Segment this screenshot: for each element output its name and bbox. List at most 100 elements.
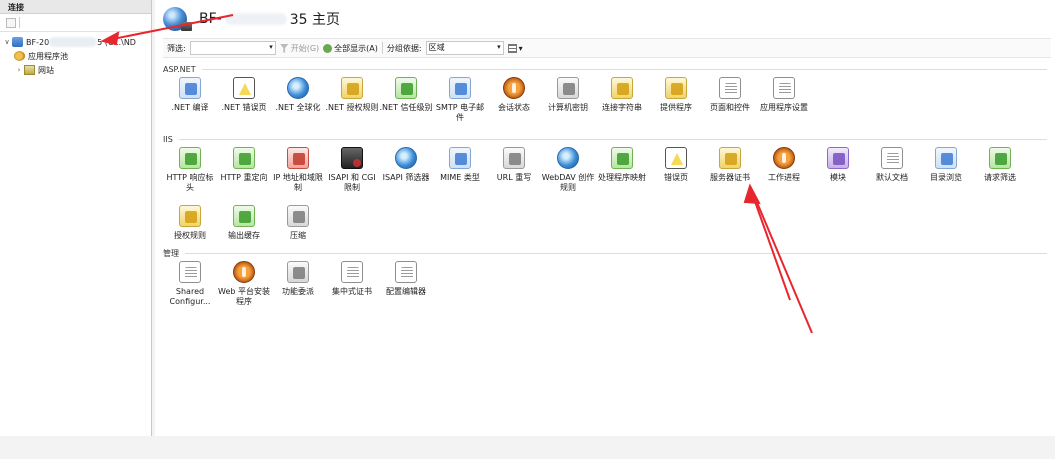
chevron-down-icon[interactable]: ∨: [2, 38, 12, 46]
feature-shared-configuration[interactable]: Shared Configur...: [163, 258, 217, 316]
connect-icon[interactable]: [6, 17, 16, 28]
feature-label: .NET 授权规则: [325, 103, 379, 112]
feature-output-caching[interactable]: 输出缓存: [217, 202, 271, 242]
feature-http-response-headers[interactable]: HTTP 响应标头: [163, 144, 217, 202]
feature-label: 页面和控件: [710, 103, 750, 112]
feature-app-settings[interactable]: 应用程序设置: [757, 74, 811, 132]
view-mode-button[interactable]: ▾: [507, 43, 523, 53]
feature-smtp-email[interactable]: SMTP 电子邮件: [433, 74, 487, 132]
group-by-value: 区域: [428, 43, 445, 52]
main-pane: BF- 35 主页 筛选: ▾ 开始(G) 全部显示(A) 分组依据: 区域 ▾…: [155, 0, 1055, 436]
feature-label: 连接字符串: [602, 103, 642, 112]
feature-isapi-filters[interactable]: ISAPI 筛选器: [379, 144, 433, 202]
feature-http-redirect[interactable]: HTTP 重定向: [217, 144, 271, 202]
directory-browsing-icon: [935, 147, 957, 169]
feature-label: 授权规则: [174, 231, 206, 240]
feature-machine-key[interactable]: 计算机密钥: [541, 74, 595, 132]
http-redirect-icon: [233, 147, 255, 169]
dropdown-arrow-icon: ▾: [497, 43, 501, 51]
feature-label: ISAPI 筛选器: [382, 173, 430, 182]
isapi-cgi-icon: [341, 147, 363, 169]
error-pages-icon: [665, 147, 687, 169]
feature-label: HTTP 重定向: [220, 173, 268, 182]
feature-label: 默认文档: [876, 173, 908, 182]
app-pool-icon: [14, 51, 25, 61]
connection-string-icon: [611, 77, 633, 99]
app-settings-icon: [773, 77, 795, 99]
title-suffix: 35 主页: [289, 12, 340, 28]
webdav-icon: [557, 147, 579, 169]
globalization-icon: [287, 77, 309, 99]
ip-restrictions-icon: [287, 147, 309, 169]
start-filter-button[interactable]: 开始(G): [279, 43, 319, 54]
feature-label: 应用程序设置: [760, 103, 808, 112]
feature-ip-restrictions[interactable]: IP 地址和域限制: [271, 144, 325, 202]
page-title: BF- 35 主页: [199, 9, 340, 29]
feature-webdav[interactable]: WebDAV 创作规则: [541, 144, 595, 202]
chevron-right-icon[interactable]: ›: [14, 66, 24, 74]
filter-toolbar: 筛选: ▾ 开始(G) 全部显示(A) 分组依据: 区域 ▾ ▾: [163, 38, 1051, 58]
feature-net-trust-levels[interactable]: .NET 信任级别: [379, 74, 433, 132]
iis-features: HTTP 响应标头 HTTP 重定向 IP 地址和域限制 ISAPI 和 CGI…: [163, 144, 1055, 242]
server-name-prefix: BF-20: [26, 37, 50, 47]
feature-directory-browsing[interactable]: 目录浏览: [919, 144, 973, 202]
feature-providers[interactable]: 提供程序: [649, 74, 703, 132]
handler-mappings-icon: [611, 147, 633, 169]
server-icon: [12, 37, 23, 47]
web-platform-installer-icon: [233, 261, 255, 283]
url-rewrite-icon: [503, 147, 525, 169]
view-icon: [507, 43, 517, 53]
filter-input[interactable]: ▾: [189, 41, 276, 55]
feature-net-compilation[interactable]: .NET 编译: [163, 74, 217, 132]
feature-handler-mappings[interactable]: 处理程序映射: [595, 144, 649, 202]
feature-label: 计算机密钥: [548, 103, 588, 112]
feature-error-pages[interactable]: 错误页: [649, 144, 703, 202]
feature-label: 功能委派: [282, 287, 314, 296]
isapi-filter-icon: [395, 147, 417, 169]
features-view: ASP.NET .NET 编译 .NET 错误页 .NET 全球化 .NET 授…: [155, 58, 1055, 316]
feature-pages-controls[interactable]: 页面和控件: [703, 74, 757, 132]
feature-web-platform-installer[interactable]: Web 平台安装程序: [217, 258, 271, 316]
feature-isapi-cgi[interactable]: ISAPI 和 CGI 限制: [325, 144, 379, 202]
server-certificates-icon: [719, 147, 741, 169]
feature-modules[interactable]: 模块: [811, 144, 865, 202]
toolbar-divider: [381, 42, 383, 54]
show-all-button[interactable]: 全部显示(A): [323, 43, 378, 54]
feature-configuration-editor[interactable]: 配置编辑器: [379, 258, 433, 316]
feature-session-state[interactable]: 会话状态: [487, 74, 541, 132]
feature-mime-types[interactable]: MIME 类型: [433, 144, 487, 202]
feature-net-error-pages[interactable]: .NET 错误页: [217, 74, 271, 132]
feature-worker-processes[interactable]: 工作进程: [757, 144, 811, 202]
feature-label: .NET 全球化: [275, 103, 321, 112]
server-name-suffix: 5 (C...\ND: [97, 37, 136, 47]
feature-label: 工作进程: [768, 173, 800, 182]
tree-item-server[interactable]: ∨ BF-20 5 (C...\ND: [2, 35, 149, 49]
feature-connection-strings[interactable]: 连接字符串: [595, 74, 649, 132]
feature-net-authorization[interactable]: .NET 授权规则: [325, 74, 379, 132]
group-by-select[interactable]: 区域 ▾: [425, 41, 504, 55]
tree-item-app-pools[interactable]: 应用程序池: [2, 49, 149, 63]
feature-url-rewrite[interactable]: URL 重写: [487, 144, 541, 202]
modules-icon: [827, 147, 849, 169]
feature-label: .NET 编译: [171, 103, 209, 112]
feature-label: MIME 类型: [440, 173, 480, 182]
group-header-iis: IIS: [163, 134, 1047, 144]
redacted-text: [224, 13, 287, 25]
tree-item-sites[interactable]: › 网站: [2, 63, 149, 77]
feature-default-document[interactable]: 默认文档: [865, 144, 919, 202]
feature-authorization-rules[interactable]: 授权规则: [163, 202, 217, 242]
feature-server-certificates[interactable]: 服务器证书: [703, 144, 757, 202]
group-header-aspnet: ASP.NET: [163, 64, 1047, 74]
feature-label: WebDAV 创作规则: [541, 173, 595, 192]
filter-label: 筛选:: [167, 43, 186, 53]
feature-feature-delegation[interactable]: 功能委派: [271, 258, 325, 316]
feature-compression[interactable]: 压缩: [271, 202, 325, 242]
server-home-icon: [163, 7, 192, 31]
sites-folder-icon: [24, 65, 35, 75]
feature-net-globalization[interactable]: .NET 全球化: [271, 74, 325, 132]
connections-toolbar: [0, 14, 151, 32]
feature-centralized-certificates[interactable]: 集中式证书: [325, 258, 379, 316]
mime-icon: [449, 147, 471, 169]
feature-request-filtering[interactable]: 请求筛选: [973, 144, 1027, 202]
compile-icon: [179, 77, 201, 99]
